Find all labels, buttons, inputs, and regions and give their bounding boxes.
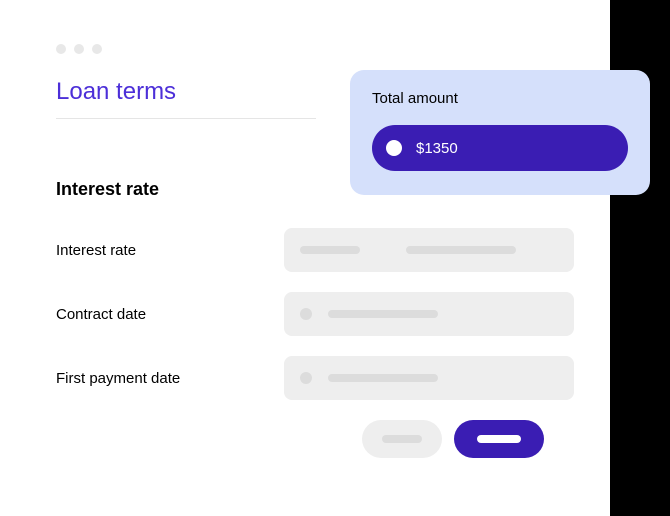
total-amount-value: $1350 bbox=[416, 140, 458, 157]
placeholder-line bbox=[477, 435, 521, 443]
contract-date-input[interactable] bbox=[284, 292, 574, 336]
field-label: Interest rate bbox=[56, 242, 136, 259]
field-label: First payment date bbox=[56, 370, 180, 387]
form-row-contract-date: Contract date bbox=[56, 292, 574, 336]
calendar-icon bbox=[300, 372, 312, 384]
cancel-button[interactable] bbox=[362, 420, 442, 458]
divider bbox=[56, 118, 316, 119]
radio-icon bbox=[386, 140, 402, 156]
total-amount-card: Total amount $1350 bbox=[350, 70, 650, 195]
placeholder-line bbox=[406, 246, 516, 254]
form-row-interest-rate: Interest rate bbox=[56, 228, 574, 272]
action-buttons bbox=[56, 420, 574, 458]
placeholder-line bbox=[328, 310, 438, 318]
field-label: Contract date bbox=[56, 306, 146, 323]
total-amount-pill[interactable]: $1350 bbox=[372, 125, 628, 171]
maximize-icon[interactable] bbox=[92, 44, 102, 54]
total-amount-label: Total amount bbox=[372, 90, 628, 107]
interest-rate-input[interactable] bbox=[284, 228, 574, 272]
window-controls bbox=[56, 44, 574, 54]
form-row-first-payment: First payment date bbox=[56, 356, 574, 400]
close-icon[interactable] bbox=[56, 44, 66, 54]
placeholder-line bbox=[382, 435, 422, 443]
placeholder-line bbox=[328, 374, 438, 382]
first-payment-input[interactable] bbox=[284, 356, 574, 400]
minimize-icon[interactable] bbox=[74, 44, 84, 54]
placeholder-line bbox=[300, 246, 360, 254]
calendar-icon bbox=[300, 308, 312, 320]
submit-button[interactable] bbox=[454, 420, 544, 458]
